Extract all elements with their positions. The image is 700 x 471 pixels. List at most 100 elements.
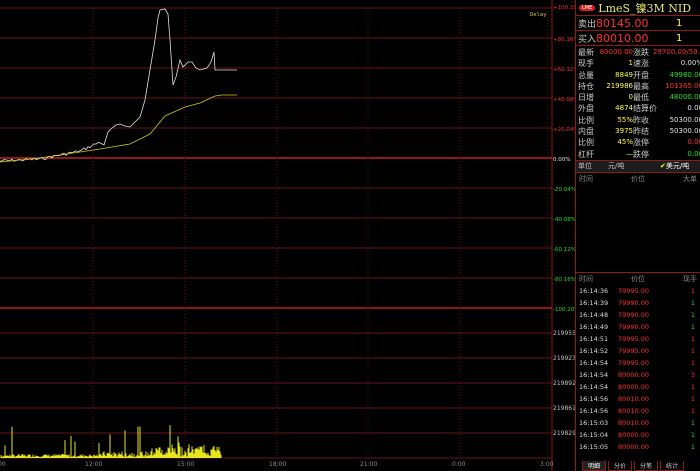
tick-price: 80010.00 (618, 419, 650, 427)
price-axis-label: -100.20% (553, 307, 575, 313)
stat-value: 49980.00 (669, 70, 700, 79)
stat-label: 日增 (578, 93, 594, 103)
tick-time: 16:14:54 (579, 371, 609, 379)
tick-price: 80000.00 (618, 371, 650, 379)
tick-row: 16:14:54 80000.00 1 (576, 381, 700, 393)
tick-volume: 1 (690, 347, 695, 355)
stat-value: 0.00% (680, 59, 700, 68)
stat-label: 涨跌 (633, 48, 649, 57)
tick-time: 16:14:52 (579, 347, 609, 355)
unit-option-cny[interactable]: 元/吨 (608, 161, 660, 171)
stat-value: 101365.00 (665, 81, 700, 90)
time-axis-label: 12:00 (85, 461, 102, 468)
stat-value: 3975 (615, 127, 633, 136)
stat-label: 开盘 (633, 70, 649, 80)
stat-label: 总量 (578, 70, 594, 80)
stat-label: 涨停 (633, 138, 649, 148)
tick-price: 80000.00 (618, 443, 650, 451)
col-volume: 现手 (683, 275, 697, 283)
tick-row: 16:14:51 79995.00 1 (576, 333, 700, 345)
stat-label: 最高 (633, 81, 649, 91)
tick-price: 79995.00 (618, 335, 650, 343)
tick-time: 16:14:56 (579, 395, 609, 403)
tick-time: 16:15:04 (579, 431, 609, 439)
tick-volume: 1 (690, 335, 695, 343)
sell-volume: 1 (676, 17, 683, 29)
tick-row: 16:14:52 79995.00 1 (576, 345, 700, 357)
volume-axis-label: 219923 (553, 355, 575, 362)
col-large: 大单 (683, 174, 697, 183)
price-axis-label: +40.08% (553, 97, 575, 103)
tick-volume: 1 (690, 395, 695, 403)
stat-label: 外盘 (578, 104, 594, 114)
stat-label: 现手 (578, 59, 594, 69)
unit-selector[interactable]: 单位 元/吨 ✔ 美元/吨 (576, 160, 700, 173)
tick-volume: 3 (690, 371, 695, 379)
sell-quote[interactable]: 卖出 80145.00 1 (576, 16, 700, 31)
time-axis-label: 15:00 (177, 461, 194, 468)
large-order-header: 时间 价位 大单 (576, 173, 700, 185)
stat-value: 219986 (606, 81, 633, 90)
stat-label: 比例 (578, 138, 594, 148)
time-axis-label: 0:00 (452, 461, 466, 468)
stat-label: 昨结 (633, 127, 649, 137)
tick-volume: 1 (690, 419, 695, 427)
tick-volume: 1 (690, 443, 695, 451)
quote-panel: LME LmeS_镍3M NID 卖出 80145.00 1 买入 80010.… (575, 0, 700, 471)
tab-0[interactable]: 明细 (582, 461, 607, 471)
stat-label: 杠杆 (578, 149, 594, 159)
stat-label: 比例 (578, 115, 594, 125)
stat-value: 8849 (615, 70, 633, 79)
time-axis-label: 00 (0, 461, 6, 468)
col-time: 时间 (579, 275, 593, 283)
stat-value: 48000.00 (669, 93, 700, 102)
volume-axis-label: 219829 (553, 430, 575, 437)
price-axis-label: -80.16% (553, 277, 575, 283)
tick-volume: 1 (690, 407, 695, 415)
tick-time: 16:14:56 (579, 407, 609, 415)
price-axis-label: 0.00% (553, 157, 570, 163)
tick-volume: 1 (690, 287, 695, 295)
col-time: 时间 (579, 174, 593, 183)
tick-row: 16:15:05 80000.00 1 (576, 441, 700, 453)
instrument-name: LmeS_镍3M NID (598, 1, 692, 15)
time-axis-label: 21:00 (360, 461, 377, 468)
price-axis-label: -40.08% (553, 217, 575, 223)
stat-value: 0 (628, 93, 633, 102)
tick-row: 16:14:36 79995.00 1 (576, 285, 700, 297)
buy-quote[interactable]: 买入 80010.00 1 (576, 31, 700, 46)
tick-volume: 1 (690, 323, 695, 331)
tick-row: 16:14:49 79990.00 1 (576, 321, 700, 333)
tick-time: 16:14:48 (579, 311, 609, 319)
instrument-title: LME LmeS_镍3M NID (576, 0, 700, 16)
tick-time: 16:15:05 (579, 443, 609, 451)
unit-option-usd[interactable]: 美元/吨 (666, 161, 689, 171)
tab-3[interactable]: 统计 (660, 461, 685, 471)
intraday-chart[interactable]: +100.20% +80.16% +60.12% +40.08% +20.04% 0.00… (0, 0, 575, 471)
stat-value: 80000.00 (599, 48, 633, 56)
tick-price: 80000.00 (618, 383, 650, 391)
price-axis-label: +60.12% (553, 67, 575, 73)
detail-tabs: 明细 分价 分笔 统计 (576, 461, 700, 471)
sell-label: 卖出 (578, 19, 597, 30)
tick-price: 79990.00 (618, 323, 650, 331)
time-axis-label: 3:00 (540, 461, 554, 468)
volume-axis-label: 219892 (553, 380, 575, 387)
tick-header: 时间 价位 现手 (576, 272, 700, 285)
tab-1[interactable]: 分价 (608, 461, 633, 471)
buy-price: 80010.00 (596, 31, 649, 45)
stat-value: 45% (617, 138, 633, 147)
average-price-line (0, 94, 237, 163)
tick-time: 16:14:54 (579, 383, 609, 391)
tick-price: 79995.00 (618, 347, 650, 355)
stat-value: 50300.00 (669, 115, 700, 124)
volume-axis-label: 219861 (553, 405, 575, 412)
time-axis-label: 18:00 (269, 461, 286, 468)
tick-row: 16:15:04 80000.00 1 (576, 429, 700, 441)
tick-row: 16:14:54 80000.00 3 (576, 369, 700, 381)
market-badge: LME (579, 4, 596, 11)
buy-volume: 1 (676, 32, 683, 44)
tab-2[interactable]: 分笔 (634, 461, 659, 471)
stats-grid: 最新 80000.00涨跌 29700.00/59.05% 现手 1速涨 0.00% 总量 8… (576, 46, 700, 161)
stat-value: 4874 (615, 104, 633, 113)
